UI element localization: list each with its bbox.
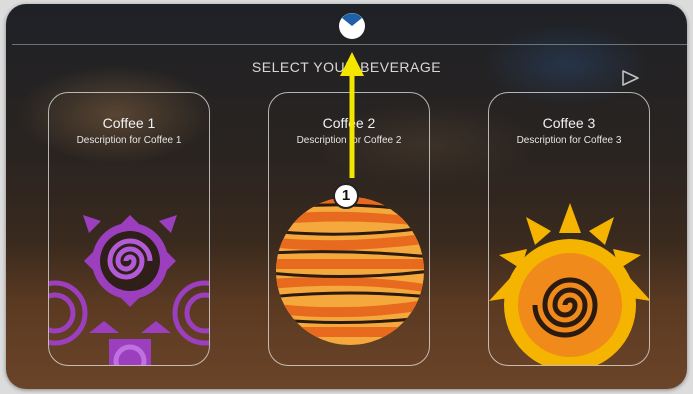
- beverage-description: Description for Coffee 1: [76, 135, 182, 146]
- coffee-3-art-icon: [489, 203, 649, 365]
- next-arrow-icon[interactable]: [620, 68, 642, 88]
- beverage-description: Description for Coffee 2: [296, 135, 402, 146]
- beverage-card-coffee-3[interactable]: Coffee 3 Description for Coffee 3: [488, 92, 650, 366]
- beverage-description: Description for Coffee 3: [516, 135, 622, 146]
- beverage-card-coffee-1[interactable]: Coffee 1 Description for Coffee 1: [48, 92, 210, 366]
- beverage-name: Coffee 3: [542, 115, 596, 131]
- beverage-name: Coffee 1: [102, 115, 156, 131]
- coffee-2-art-icon: [276, 197, 424, 345]
- page-title: SELECT YOUR BEVERAGE: [251, 59, 442, 75]
- coffee-1-art-icon: [49, 215, 209, 365]
- annotation-step-badge: 1: [333, 183, 359, 209]
- home-indicator-icon[interactable]: [339, 13, 365, 39]
- beverage-card-coffee-2[interactable]: Coffee 2 Description for Coffee 2: [268, 92, 430, 366]
- header-divider: [12, 44, 687, 45]
- beverage-name: Coffee 2: [322, 115, 376, 131]
